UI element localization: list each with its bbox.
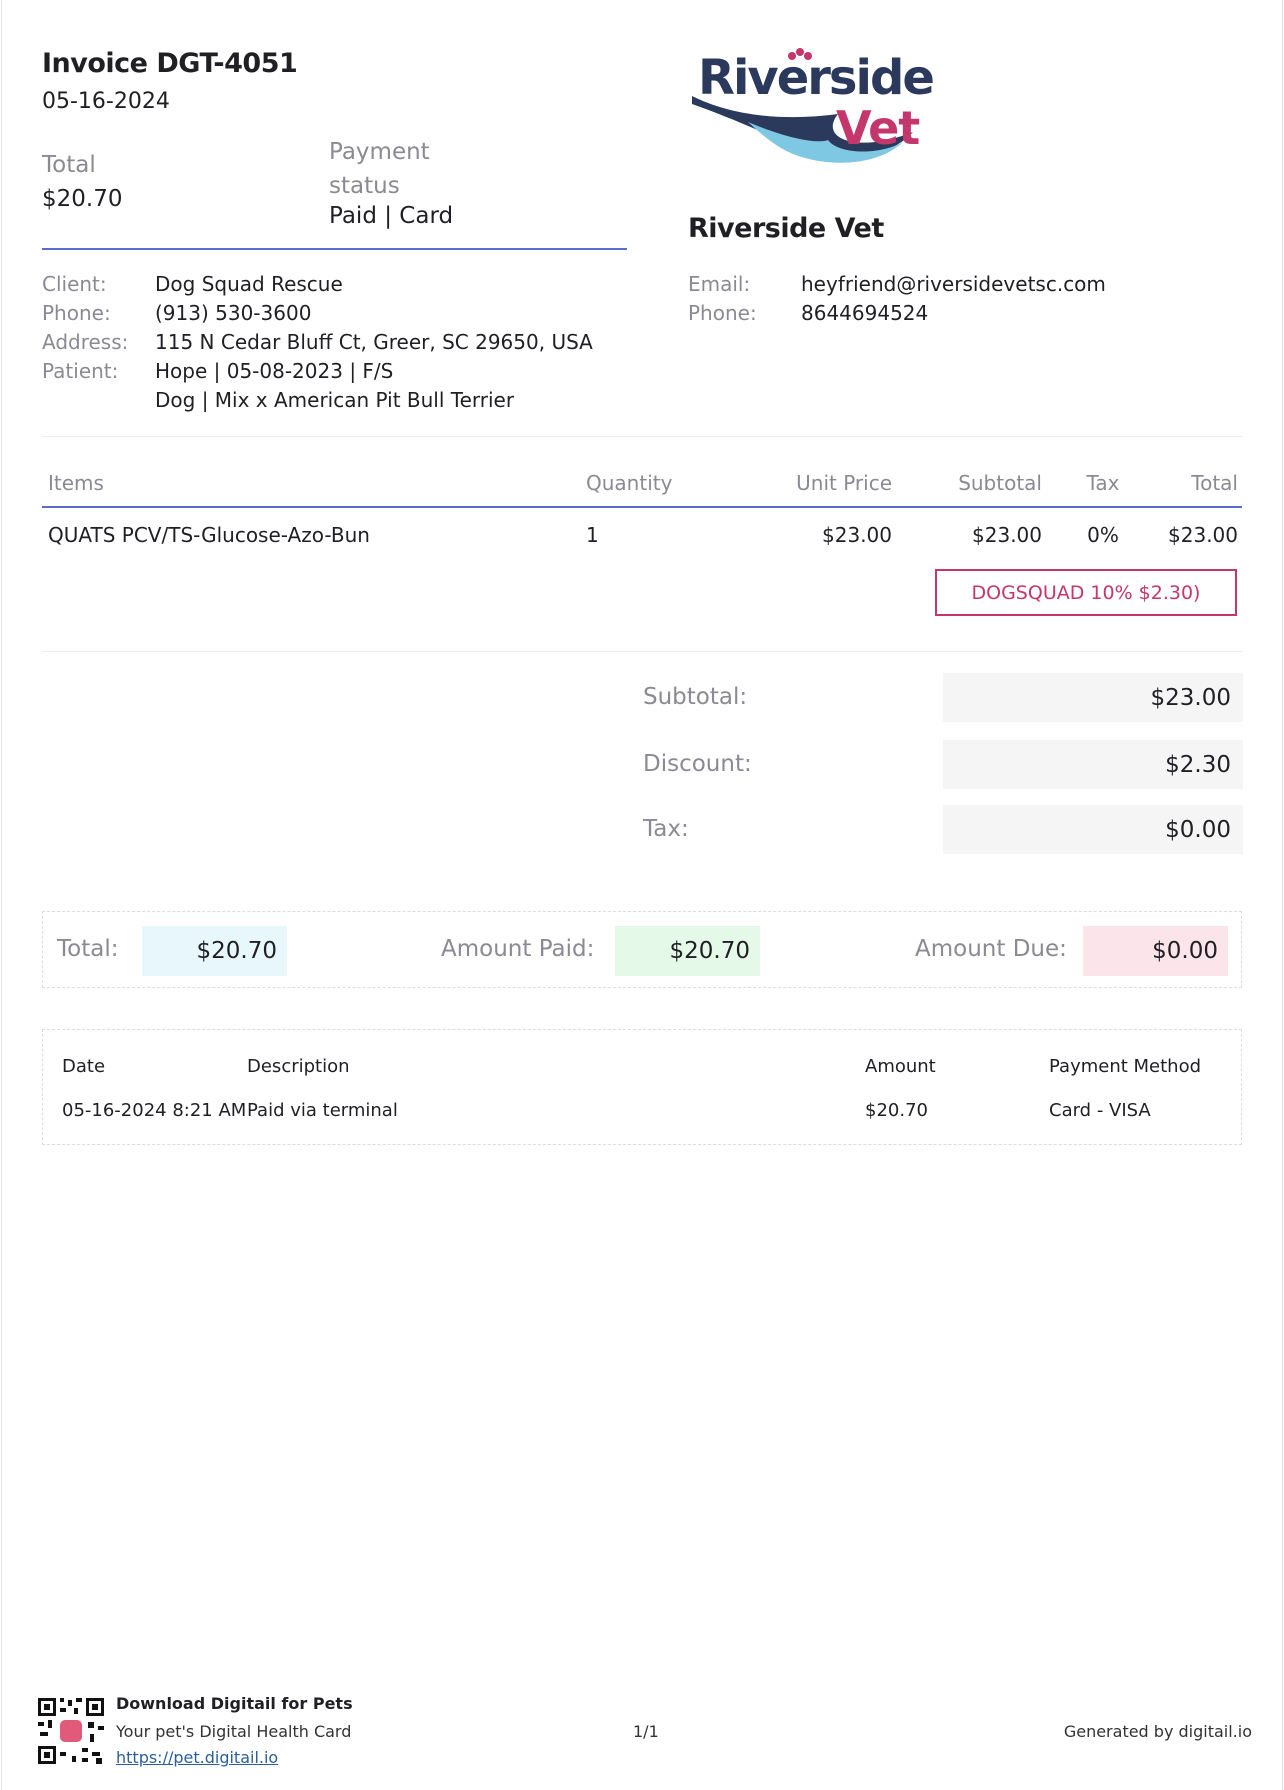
invoice-date: 05-16-2024: [42, 89, 170, 114]
totals-paid-value: $20.70: [615, 926, 760, 976]
logo-graphic: Riverside Vet: [692, 48, 935, 163]
clinic-name: Riverside Vet: [688, 213, 884, 244]
payment-status-label-line2: status: [329, 173, 400, 199]
items-header-quantity: Quantity: [586, 471, 673, 495]
client-name: Dog Squad Rescue: [155, 272, 343, 296]
client-label: Client:: [42, 272, 107, 296]
invoice-title: Invoice DGT-4051: [42, 48, 298, 79]
payment-date: 05-16-2024 8:21 AM: [62, 1100, 247, 1121]
patient-line1: Hope | 05-08-2023 | F/S: [155, 359, 394, 383]
clinic-email: heyfriend@riversidevetsc.com: [801, 272, 1106, 296]
payments-header-amount: Amount: [865, 1056, 936, 1077]
section-divider-1: [42, 436, 1242, 437]
payment-status-value: Paid | Card: [329, 203, 454, 229]
footer-app-subtitle: Your pet's Digital Health Card: [116, 1722, 352, 1741]
client-phone-row: Phone: (913) 530-3600: [42, 299, 593, 328]
items-header-tax: Tax: [1086, 471, 1120, 495]
payment-method: Card - VISA: [1049, 1100, 1151, 1121]
totals-total-value: $20.70: [142, 926, 287, 976]
clinic-phone-label: Phone:: [688, 301, 757, 325]
client-phone-label: Phone:: [42, 301, 111, 325]
items-header-items: Items: [48, 471, 104, 495]
total-label: Total: [42, 152, 96, 178]
footer-app-link[interactable]: https://pet.digitail.io: [116, 1748, 278, 1767]
payments-header-description: Description: [247, 1056, 350, 1077]
page-border: [1, 0, 1283, 1790]
payment-description: Paid via terminal: [247, 1100, 398, 1121]
summary-discount-label: Discount:: [643, 751, 752, 777]
patient-row-2: Dog | Mix x American Pit Bull Terrier: [42, 386, 593, 415]
item-quantity: 1: [586, 523, 599, 547]
payment-status-label: Payment status: [329, 135, 430, 203]
total-value: $20.70: [42, 186, 123, 212]
totals-total-label: Total:: [57, 936, 119, 962]
totals-due-label: Amount Due:: [915, 936, 1067, 962]
totals-paid-label: Amount Paid:: [441, 936, 595, 962]
item-subtotal: $23.00: [972, 523, 1042, 547]
client-address-label: Address:: [42, 330, 129, 354]
summary-subtotal-value: $23.00: [943, 673, 1243, 722]
clinic-phone-row: Phone: 8644694524: [688, 299, 1106, 328]
patient-row: Patient: Hope | 05-08-2023 | F/S: [42, 357, 593, 386]
patient-line2: Dog | Mix x American Pit Bull Terrier: [155, 388, 515, 412]
client-address: 115 N Cedar Bluff Ct, Greer, SC 29650, U…: [155, 330, 593, 354]
items-header-unit-price: Unit Price: [796, 471, 892, 495]
items-header-total: Total: [1191, 471, 1238, 495]
totals-due-value: $0.00: [1083, 926, 1228, 976]
clinic-phone: 8644694524: [801, 301, 929, 325]
logo-text-riverside: Riverside: [698, 50, 933, 106]
clinic-email-label: Email:: [688, 272, 751, 296]
client-phone: (913) 530-3600: [155, 301, 312, 325]
payment-amount: $20.70: [865, 1100, 928, 1121]
client-address-row: Address: 115 N Cedar Bluff Ct, Greer, SC …: [42, 328, 593, 357]
footer-page-number: 1/1: [633, 1722, 659, 1741]
footer-app-title: Download Digitail for Pets: [116, 1694, 353, 1713]
item-name: QUATS PCV/TS-Glucose-Azo-Bun: [48, 523, 370, 547]
summary-discount-value: $2.30: [943, 740, 1243, 789]
logo-text-vet: Vet: [836, 101, 919, 155]
items-header-divider: [42, 506, 1242, 508]
header-divider: [42, 248, 627, 250]
payments-box: Date Description Amount Payment Method 0…: [42, 1029, 1242, 1145]
summary-tax-label: Tax:: [643, 816, 689, 842]
footer-generated-by: Generated by digitail.io: [1063, 1722, 1252, 1741]
summary-subtotal-label: Subtotal:: [643, 684, 748, 710]
clinic-info: Email: heyfriend@riversidevetsc.com Phone…: [688, 270, 1106, 328]
riverside-vet-logo: Riverside Vet: [688, 44, 948, 168]
clinic-email-row: Email: heyfriend@riversidevetsc.com: [688, 270, 1106, 299]
items-header-subtotal: Subtotal: [958, 471, 1042, 495]
totals-box: Total: $20.70 Amount Paid: $20.70 Amount…: [42, 911, 1242, 988]
qr-code-icon: [36, 1696, 106, 1766]
section-divider-2: [42, 651, 1242, 652]
item-tax: 0%: [1087, 523, 1119, 547]
client-row: Client: Dog Squad Rescue: [42, 270, 593, 299]
payments-header-method: Payment Method: [1049, 1056, 1202, 1077]
payments-header-date: Date: [62, 1056, 106, 1077]
patient-label: Patient:: [42, 359, 119, 383]
item-unit-price: $23.00: [822, 523, 892, 547]
summary-tax-value: $0.00: [943, 805, 1243, 854]
client-info: Client: Dog Squad Rescue Phone: (913) 530-…: [42, 270, 593, 415]
payment-status-label-line1: Payment: [329, 139, 430, 165]
item-total: $23.00: [1168, 523, 1238, 547]
discount-tag: DOGSQUAD 10% $2.30): [935, 569, 1237, 616]
